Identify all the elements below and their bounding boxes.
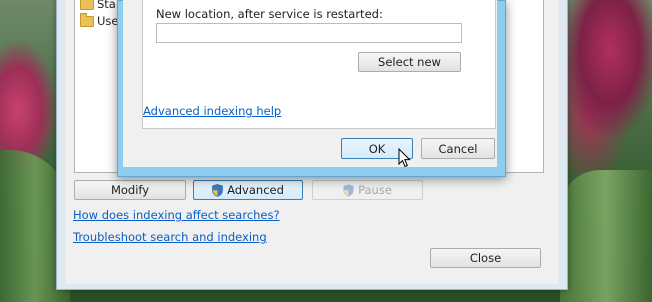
advanced-button-label: Advanced — [227, 183, 284, 197]
pause-button-label: Pause — [358, 183, 392, 197]
new-location-label: New location, after service is restarted… — [156, 7, 383, 21]
cancel-button-label: Cancel — [438, 141, 478, 156]
mouse-pointer-icon — [398, 148, 411, 168]
advanced-button[interactable]: Advanced — [193, 180, 303, 200]
close-button[interactable]: Close — [430, 248, 541, 268]
select-new-button-label: Select new — [378, 55, 441, 69]
modify-button-label: Modify — [110, 183, 150, 197]
list-item[interactable]: Star — [80, 0, 121, 11]
new-location-field[interactable] — [156, 23, 462, 43]
close-button-label: Close — [469, 251, 502, 265]
cancel-button[interactable]: Cancel — [421, 138, 495, 159]
ok-button-label: OK — [368, 141, 386, 156]
shield-icon — [343, 184, 354, 196]
troubleshoot-link[interactable]: Troubleshoot search and indexing — [73, 230, 267, 244]
advanced-indexing-help-link[interactable]: Advanced indexing help — [143, 104, 281, 118]
pause-button[interactable]: Pause — [312, 180, 423, 200]
folder-icon — [80, 12, 94, 27]
folder-icon — [80, 0, 94, 10]
list-item[interactable]: Use — [80, 12, 119, 28]
select-new-button[interactable]: Select new — [358, 52, 461, 72]
how-indexing-link[interactable]: How does indexing affect searches? — [73, 208, 280, 222]
modify-button[interactable]: Modify — [74, 180, 186, 200]
background-leaf-right — [560, 170, 652, 302]
list-item-label: Use — [97, 14, 119, 28]
shield-icon — [212, 183, 223, 197]
